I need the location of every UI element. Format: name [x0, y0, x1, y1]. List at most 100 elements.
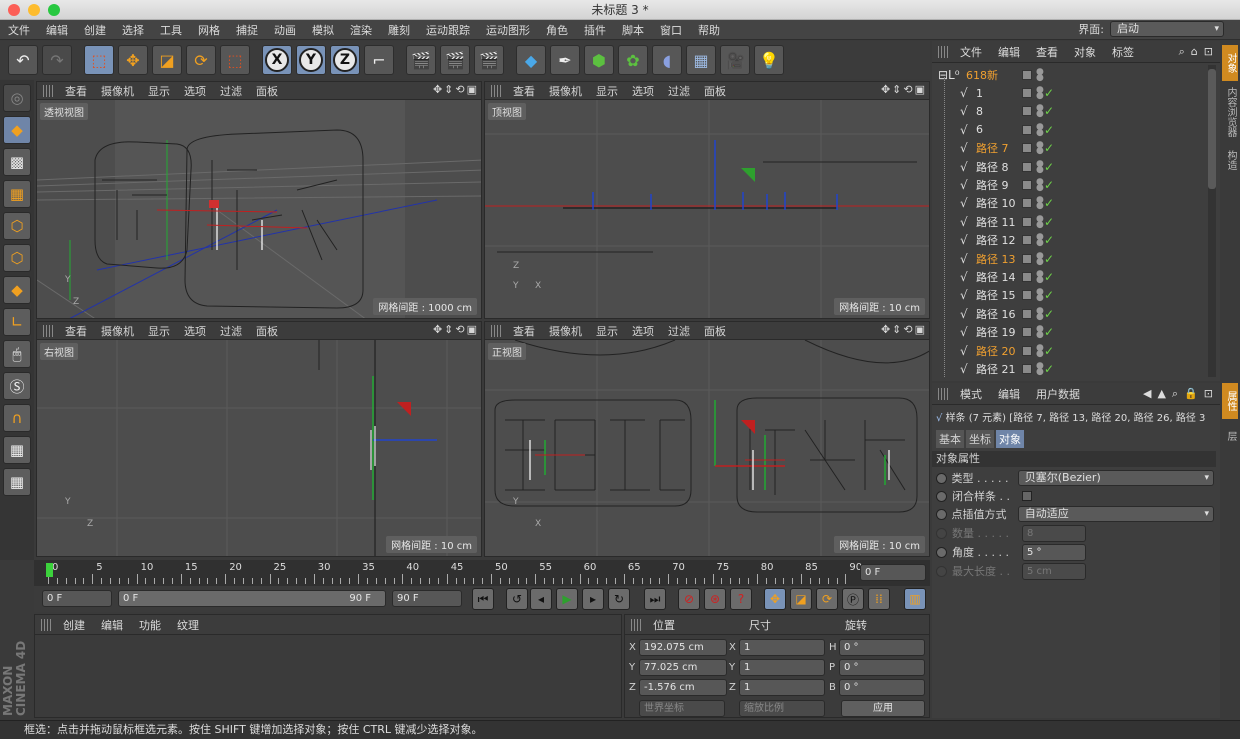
orbit-icon[interactable]: ⟲ — [455, 83, 464, 96]
object-row[interactable]: √ 路径 19 ● ● ✓ — [932, 323, 1206, 341]
visibility-toggle[interactable] — [1022, 364, 1032, 374]
render-dots-icon[interactable]: ● ● — [1036, 325, 1044, 340]
viewport-menu-view[interactable]: 查看 — [507, 323, 543, 339]
tab-coord[interactable]: 坐标 — [966, 430, 994, 448]
scale-mode-dropdown[interactable]: 缩放比例 — [739, 700, 825, 717]
attr-menu-userdata[interactable]: 用户数据 — [1028, 386, 1088, 402]
render-dots-icon[interactable]: ● ● — [1036, 214, 1044, 229]
render-dots-icon[interactable]: ● ● — [1036, 141, 1044, 156]
enabled-check-icon[interactable]: ✓ — [1044, 325, 1054, 339]
enabled-check-icon[interactable]: ✓ — [1044, 160, 1054, 174]
apply-button[interactable]: 应用 — [841, 700, 925, 717]
viewport-menu-display[interactable]: 显示 — [590, 323, 626, 339]
undo-button[interactable]: ↶ — [8, 45, 38, 75]
maximize-icon[interactable]: ▣ — [467, 323, 477, 336]
move-tool-button[interactable]: ✥ — [118, 45, 148, 75]
viewport-menu-panel[interactable]: 面板 — [250, 323, 286, 339]
render-dots-icon[interactable]: ● ● — [1036, 362, 1044, 377]
viewport-menu-camera[interactable]: 摄像机 — [95, 83, 142, 99]
viewport-menu-options[interactable]: 选项 — [178, 83, 214, 99]
viewport-menu-filter[interactable]: 过滤 — [662, 323, 698, 339]
viewport-menu-options[interactable]: 选项 — [626, 323, 662, 339]
viewport-menu-view[interactable]: 查看 — [59, 83, 95, 99]
tab-objects[interactable]: 对象 — [1222, 45, 1238, 81]
visibility-toggle[interactable] — [1022, 308, 1032, 319]
current-frame-field[interactable]: 0 F — [860, 564, 926, 581]
visibility-toggle[interactable] — [1022, 88, 1032, 98]
pan-icon[interactable]: ✥ — [433, 323, 442, 336]
pan-icon[interactable]: ✥ — [881, 323, 890, 336]
viewport-menu-filter[interactable]: 过滤 — [662, 83, 698, 99]
visibility-toggle[interactable] — [1022, 143, 1032, 154]
viewport-menu-camera[interactable]: 摄像机 — [543, 323, 590, 339]
solo-button[interactable]: Ⓢ — [3, 372, 31, 400]
scale-tool-button[interactable]: ◪ — [152, 45, 182, 75]
visibility-toggle[interactable] — [1022, 106, 1032, 117]
key-rotation-button[interactable]: ⟳ — [816, 588, 838, 610]
visibility-toggle[interactable] — [1022, 272, 1032, 282]
go-to-start-button[interactable]: ⏮ — [472, 588, 494, 610]
animate-radio[interactable] — [936, 546, 947, 558]
render-dots-icon[interactable]: ● ● — [1036, 196, 1044, 211]
spline-pen-button[interactable]: ✒ — [550, 45, 580, 75]
pan-icon[interactable]: ✥ — [433, 83, 442, 96]
workplane-lock-button[interactable]: ▦ — [3, 436, 31, 464]
enabled-check-icon[interactable]: ✓ — [1044, 288, 1054, 302]
rotate-tool-button[interactable]: ⟳ — [186, 45, 216, 75]
animate-radio[interactable] — [936, 472, 947, 484]
om-menu-edit[interactable]: 编辑 — [990, 44, 1028, 60]
new-window-icon[interactable]: ⊡ — [1201, 45, 1216, 58]
scroll-thumb[interactable] — [1208, 69, 1216, 189]
menu-character[interactable]: 角色 — [538, 22, 576, 38]
tab-basic[interactable]: 基本 — [936, 430, 964, 448]
maximize-icon[interactable]: ▣ — [915, 83, 925, 96]
object-row[interactable]: √ 路径 16 ● ● ✓ — [932, 305, 1206, 323]
render-dots-icon[interactable]: ● ● — [1036, 122, 1044, 137]
menu-sculpt[interactable]: 雕刻 — [380, 22, 418, 38]
render-settings-button[interactable]: 🎬 — [474, 45, 504, 75]
render-dots-icon[interactable]: ● ● — [1036, 68, 1044, 83]
edges-mode-button[interactable]: ⬡ — [3, 244, 31, 272]
render-dots-icon[interactable]: ● ● — [1036, 251, 1044, 266]
menu-select[interactable]: 选择 — [114, 22, 152, 38]
object-row[interactable]: √ 路径 15 ● ● ✓ — [932, 286, 1206, 304]
orbit-icon[interactable]: ⟲ — [903, 323, 912, 336]
viewport-front[interactable]: 查看 摄像机 显示 选项 过滤 面板 ✥ ⇕ ⟲ ▣ Y X 正视图 网格间距 … — [484, 321, 930, 557]
visibility-toggle[interactable] — [1022, 161, 1032, 172]
tab-structure[interactable]: 构造 — [1222, 145, 1238, 175]
pan-icon[interactable]: ✥ — [881, 83, 890, 96]
menu-script[interactable]: 脚本 — [614, 22, 652, 38]
viewport-menu-options[interactable]: 选项 — [178, 323, 214, 339]
material-menu-create[interactable]: 创建 — [55, 617, 93, 633]
render-dots-icon[interactable]: ● ● — [1036, 86, 1044, 101]
object-row[interactable]: √ 8 ● ● ✓ — [932, 102, 1206, 120]
end-frame-field[interactable]: 90 F — [392, 590, 462, 607]
attr-menu-mode[interactable]: 模式 — [952, 386, 990, 402]
up-arrow-icon[interactable]: ▲ — [1154, 387, 1168, 400]
recent-tools-button[interactable]: ⬚ — [220, 45, 250, 75]
enabled-check-icon[interactable]: ✓ — [1044, 178, 1054, 192]
tab-content-browser[interactable]: 内容浏览器 — [1222, 85, 1238, 139]
size-field[interactable]: 1 — [739, 639, 825, 656]
enabled-check-icon[interactable]: ✓ — [1044, 104, 1054, 118]
range-slider[interactable]: 0 F 90 F — [118, 590, 386, 607]
viewport-menu-options[interactable]: 选项 — [626, 83, 662, 99]
keyframe-selection-button[interactable]: ? — [730, 588, 752, 610]
size-field[interactable]: 1 — [739, 659, 825, 676]
menu-simulate[interactable]: 模拟 — [304, 22, 342, 38]
render-dots-icon[interactable]: ● ● — [1036, 159, 1044, 174]
layout-dropdown[interactable]: 启动 — [1110, 21, 1224, 37]
dolly-icon[interactable]: ⇕ — [892, 323, 901, 336]
previous-frame-button[interactable]: ◂ — [530, 588, 552, 610]
om-menu-view[interactable]: 查看 — [1028, 44, 1066, 60]
back-arrow-icon[interactable]: ◀ — [1140, 387, 1154, 400]
enabled-check-icon[interactable]: ✓ — [1044, 362, 1054, 376]
viewport-right[interactable]: 查看 摄像机 显示 选项 过滤 面板 ✥ ⇕ ⟲ ▣ Y Z 右视图 网格间距 : 1… — [36, 321, 482, 557]
viewport-menu-view[interactable]: 查看 — [59, 323, 95, 339]
redo-button[interactable]: ↷ — [42, 45, 72, 75]
object-row[interactable]: √ 路径 10 ● ● ✓ — [932, 194, 1206, 212]
visibility-toggle[interactable] — [1022, 180, 1032, 190]
world-coordinates-dropdown[interactable]: 世界坐标 — [639, 700, 725, 717]
menu-mograph[interactable]: 运动图形 — [478, 22, 538, 38]
enabled-check-icon[interactable]: ✓ — [1044, 233, 1054, 247]
